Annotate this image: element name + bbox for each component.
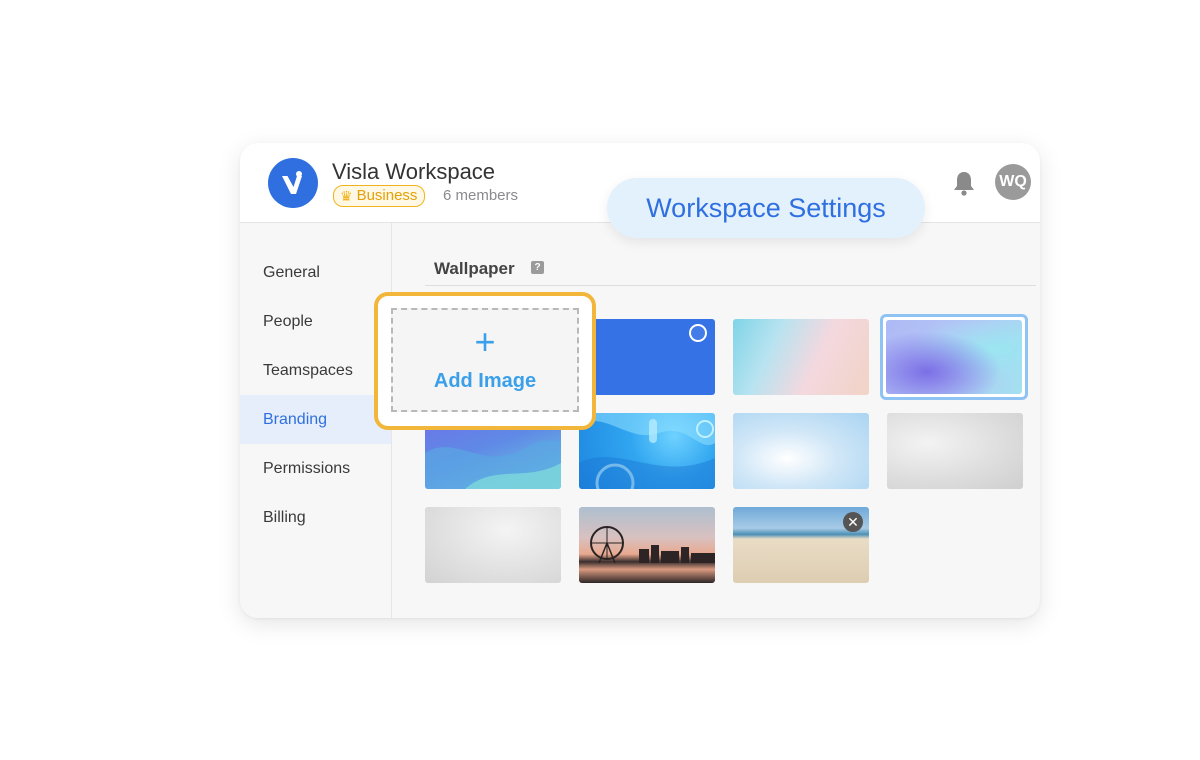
section-divider (425, 285, 1036, 286)
question-icon[interactable]: ? (531, 261, 544, 274)
sidebar-item-permissions[interactable]: Permissions (240, 444, 391, 493)
sidebar-item-people[interactable]: People (240, 297, 391, 346)
plan-label: Business (356, 187, 418, 204)
sidebar-item-branding[interactable]: Branding (240, 395, 391, 444)
add-image-label: Add Image (433, 370, 537, 392)
wallpaper-pastel-gradient[interactable] (733, 319, 869, 395)
wallpaper-grey-marble[interactable] (887, 413, 1023, 489)
bell-icon[interactable] (951, 169, 977, 197)
wallpaper-ferris-wheel-sunset[interactable] (579, 507, 715, 583)
wallpaper-abstract-blue[interactable] (579, 413, 715, 489)
crown-icon: ♛ (340, 188, 353, 204)
close-icon[interactable]: ✕ (843, 512, 863, 532)
wallpaper-white-marble[interactable] (425, 507, 561, 583)
sidebar-item-teamspaces[interactable]: Teamspaces (240, 346, 391, 395)
sidebar-item-general[interactable]: General (240, 248, 391, 297)
add-image-button[interactable]: + Add Image (391, 308, 579, 412)
settings-sidebar: General People Teamspaces Branding Permi… (240, 223, 392, 618)
add-image-highlight: + Add Image (374, 292, 596, 430)
wallpaper-purple-aqua-gradient-selected[interactable] (880, 314, 1028, 400)
workspace-name: Visla Workspace (332, 159, 496, 184)
visla-logo-icon (268, 158, 318, 208)
user-avatar[interactable]: WQ (995, 164, 1031, 200)
plan-badge: ♛ Business (333, 185, 426, 207)
wallpaper-section-title: Wallpaper (434, 259, 515, 278)
wallpaper-sky-clouds[interactable] (733, 413, 869, 489)
select-radio-icon[interactable] (689, 324, 707, 342)
plus-icon: + (474, 321, 496, 362)
members-count: 6 members (443, 187, 519, 204)
workspace-settings-label: Workspace Settings (607, 178, 925, 238)
wallpaper-preview (886, 320, 1022, 394)
sidebar-item-billing[interactable]: Billing (240, 493, 391, 542)
